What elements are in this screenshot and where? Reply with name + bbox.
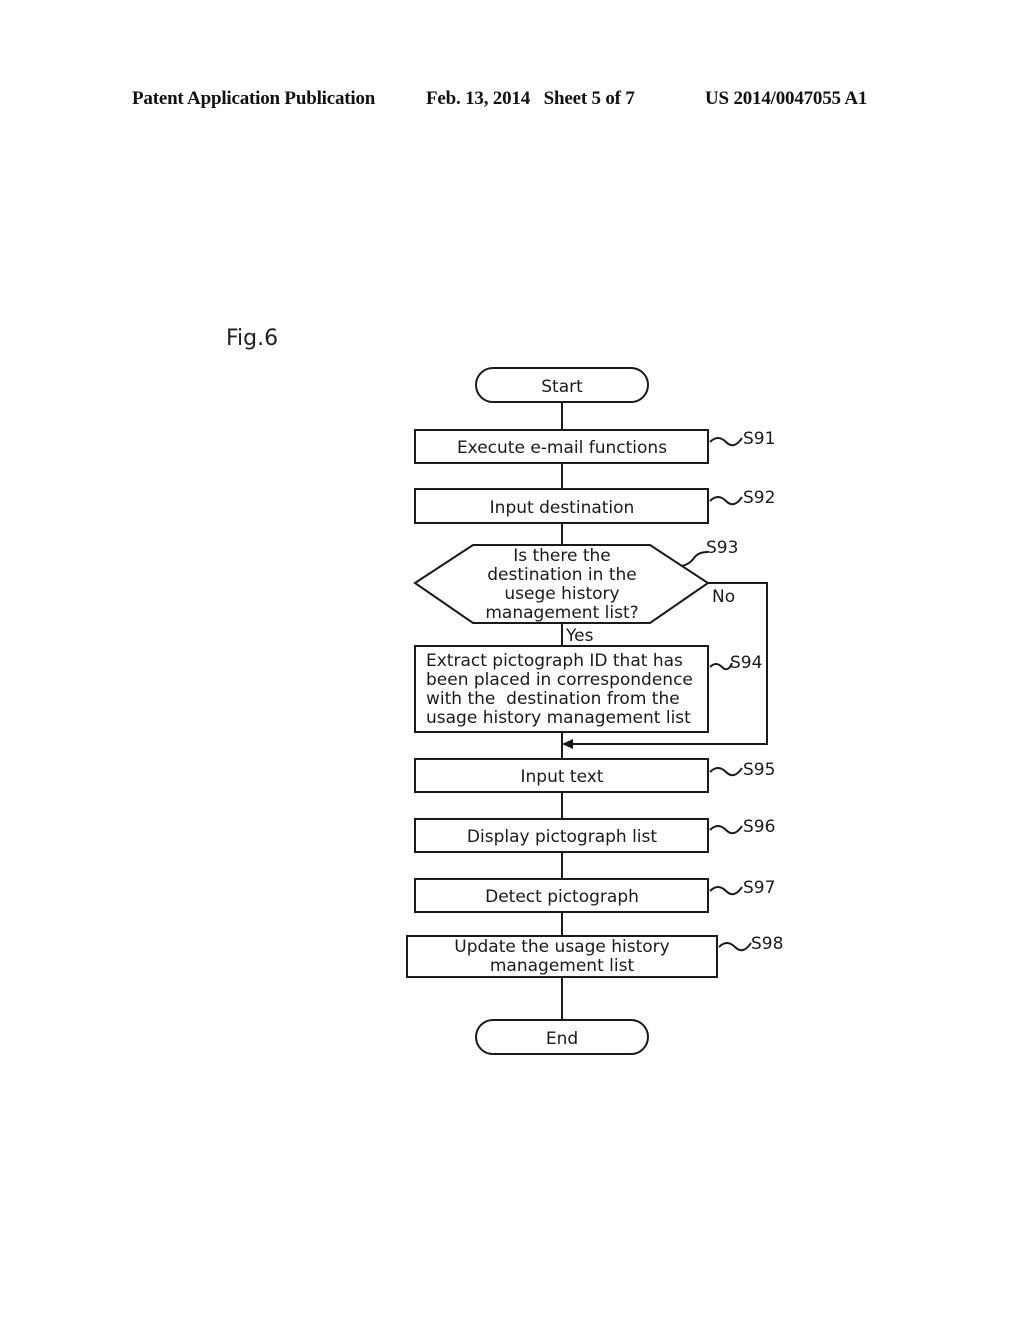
step-s92-text: Input destination [490,498,635,518]
leader-s96 [709,825,743,835]
s93-line-3: usege history [504,584,619,604]
step-s95: Input text S95 [414,758,775,793]
step-s95-text: Input text [521,767,604,787]
s94-line-4: usage history management list [426,708,691,728]
step-s98-id: S98 [751,934,783,954]
leader-s91 [709,437,743,447]
step-s91: Execute e-mail functions S91 [414,429,775,464]
step-s96-text: Display pictograph list [467,827,657,847]
leader-s98 [718,942,752,952]
step-s94: Extract pictograph ID that has been plac… [414,645,762,733]
step-s91-text: Execute e-mail functions [457,438,667,458]
step-s97: Detect pictograph S97 [414,878,775,913]
leader-s97 [709,886,743,896]
s93-line-1: Is there the [513,546,611,566]
s94-line-1: Extract pictograph ID that has [426,651,683,671]
s93-line-4: management list? [485,603,638,623]
arrowhead-icon [562,739,573,749]
step-s93-id: S93 [706,538,738,558]
yes-label: Yes [565,626,594,646]
leader-s93 [681,551,709,567]
step-s92-id: S92 [743,488,775,508]
leader-s92 [709,496,743,506]
step-s97-id: S97 [743,878,775,898]
step-s96: Display pictograph list S96 [414,817,775,853]
start-terminal: Start [475,367,649,403]
step-s91-id: S91 [743,429,775,449]
no-label: No [712,587,735,607]
flowchart: Start Execute e-mail functions S91 Input… [406,367,783,1055]
step-s95-id: S95 [743,760,775,780]
step-s98: Update the usage history management list… [406,934,783,978]
s94-line-2: been placed in correspondence [426,670,693,690]
leader-s95 [709,767,743,777]
s93-line-2: destination in the [487,565,636,585]
s94-line-3: with the destination from the [426,689,680,709]
start-label: Start [541,377,583,397]
step-s94-id: S94 [730,653,762,673]
step-s97-text: Detect pictograph [485,887,639,907]
step-s93-decision: Is there the destination in the usege hi… [413,538,738,646]
end-label: End [546,1029,578,1049]
leader-s94 [709,662,733,671]
end-terminal: End [475,1019,649,1055]
s98-line-2: management list [490,956,635,976]
step-s96-id: S96 [743,817,775,837]
step-s92: Input destination S92 [414,488,775,524]
s98-line-1: Update the usage history [454,937,669,957]
